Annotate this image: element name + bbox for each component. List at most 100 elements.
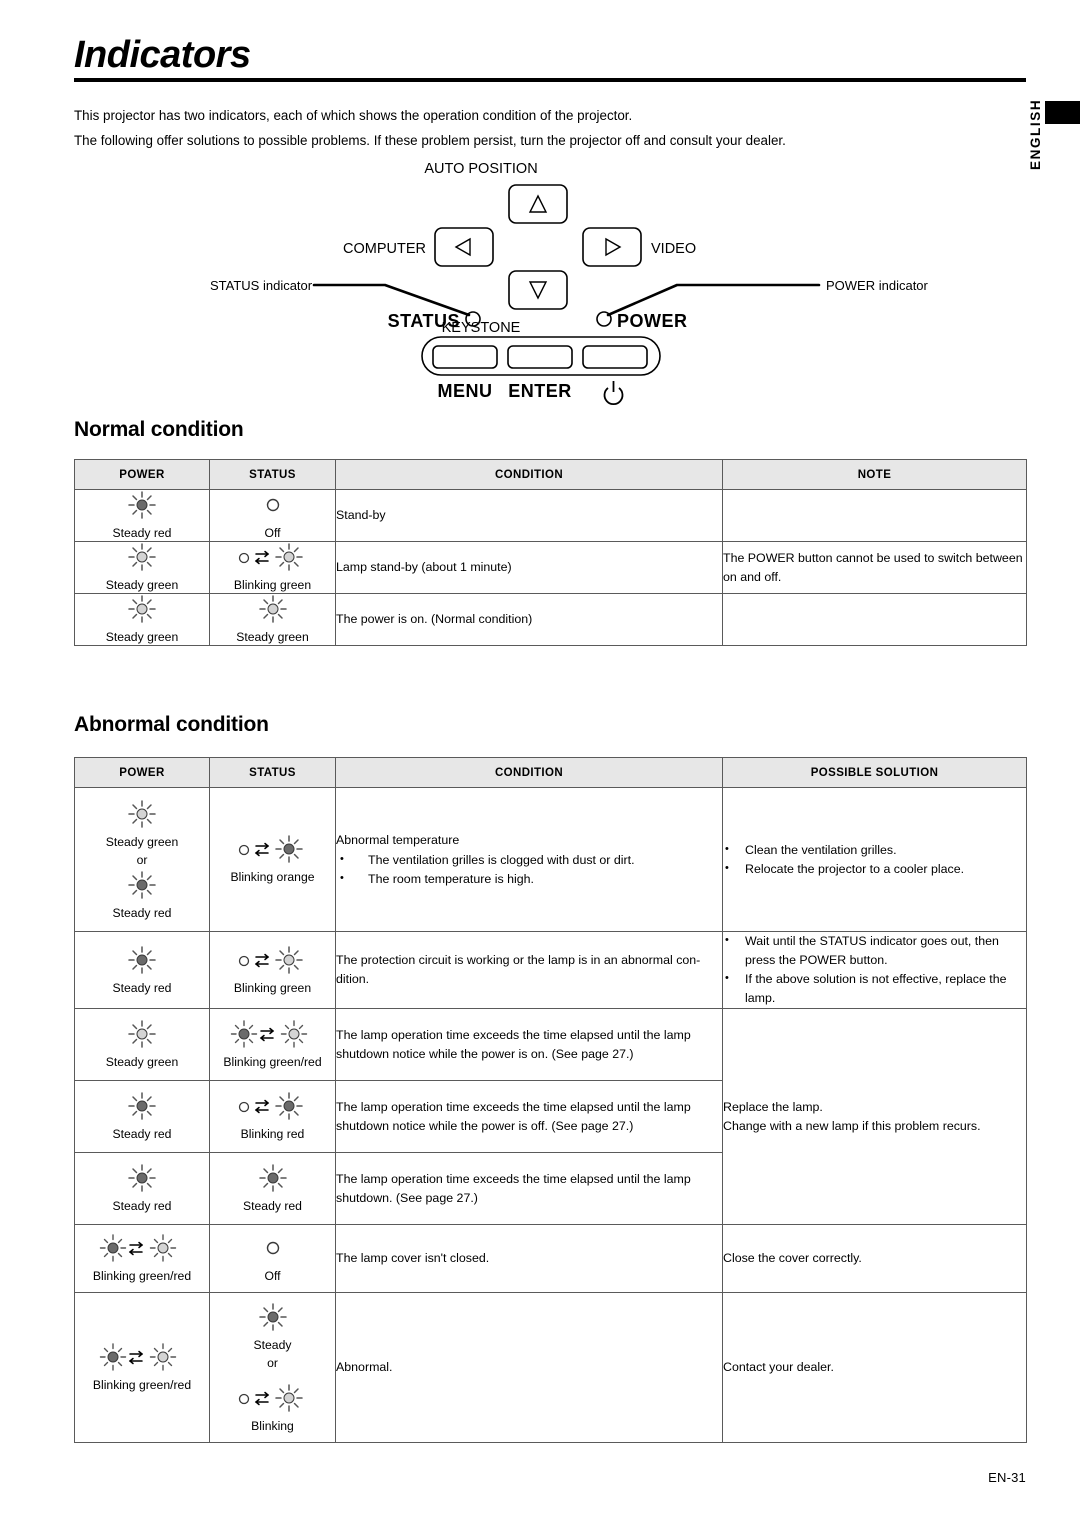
table-header-row: POWER STATUS CONDITION NOTE (74, 459, 1027, 490)
condition-cell: The power is on. (Normal condition) (335, 593, 723, 646)
col-header-note: NOTE (722, 459, 1027, 490)
condition-cell: The lamp operation time exceeds the time… (335, 1152, 723, 1225)
down-button-shape (508, 270, 568, 310)
power-indicator-cell: Steady red (74, 1080, 210, 1153)
abnormal-condition-table: POWER STATUS CONDITION POSSIBLE SOLUTION (74, 757, 1027, 1443)
power-indicator-caption: Blinking green/red (92, 1269, 192, 1283)
solution-cell: Clean the ventilation grilles. Relocate … (722, 787, 1027, 932)
power-indicator-cell: Blinking green/red (74, 1224, 210, 1293)
video-label: VIDEO (651, 241, 696, 257)
power-indicator-caption: Blinking green/red (92, 1378, 192, 1392)
power-label: POWER (617, 311, 688, 331)
table-row: Steady green (74, 541, 1027, 594)
status-indicator-cell: Blinking green (209, 931, 336, 1009)
down-arrow-glyph (528, 281, 548, 300)
language-tab-label: ENGLISH (1028, 98, 1043, 170)
note-cell (722, 489, 1027, 542)
solution-bullet-list: Clean the ventilation grilles. Relocate … (723, 840, 1026, 879)
page-title: Indicators (74, 34, 251, 76)
power-indicator-caption: Steady red (112, 526, 172, 540)
lamp-off-icon (256, 1233, 290, 1263)
condition-cell: The lamp cover isn't closed. (335, 1224, 723, 1293)
power-indicator-cell: Steady green (74, 541, 210, 594)
heading-normal-condition: Normal condition (74, 418, 244, 441)
condition-cell: Lamp stand-by (about 1 minute) (335, 541, 723, 594)
lamp-lit-light-icon (125, 799, 159, 829)
condition-cell: Abnormal temperature The ventilation gri… (335, 787, 723, 932)
status-indicator-cell: Blinking green/red (209, 1008, 336, 1081)
menu-label: MENU (438, 381, 493, 401)
status-indicator-cell: Blinking red (209, 1080, 336, 1153)
auto-position-label: AUTO POSITION (424, 161, 537, 177)
solution-bullet: Relocate the projector to a cooler place… (723, 859, 1026, 879)
enter-label: ENTER (508, 381, 572, 401)
col-header-power: POWER (74, 459, 210, 490)
lamp-lit-light-icon (256, 594, 290, 624)
power-indicator-caption: Steady green (105, 578, 179, 592)
lamp-lit-light-icon (125, 542, 159, 572)
computer-label: COMPUTER (343, 241, 426, 257)
condition-cell: The lamp operation time exceeds the time… (335, 1008, 723, 1081)
power-indicator-caption-b: Steady red (112, 905, 172, 920)
status-indicator-cell: Off (209, 1224, 336, 1293)
table-row: Steady green (74, 593, 1027, 646)
normal-condition-table: POWER STATUS CONDITION NOTE Steady red O… (74, 459, 1027, 646)
right-button-shape (582, 227, 642, 267)
power-indicator-caption: Steady green (105, 630, 179, 644)
status-indicator-caption-a: Steady (253, 1337, 292, 1352)
table-row: Steady red Off Stand-by (74, 489, 1027, 542)
power-indicator-cell: Steady green (74, 593, 210, 646)
status-indicator-caption: Blinking green (233, 578, 312, 592)
up-button-shape (508, 184, 568, 224)
solution-bullet: Clean the ventilation grilles. (723, 840, 1026, 860)
lamp-blinking-dark-icon (236, 1091, 310, 1121)
lamp-blinking-green-red-icon (229, 1019, 317, 1049)
solution-cell-merged: Replace the lamp. Change with a new lamp… (722, 1008, 1027, 1225)
power-indicator-caption: Steady red (112, 1199, 172, 1213)
status-indicator-caption-b: Blinking (251, 1418, 294, 1433)
status-indicator-or: or (267, 1355, 278, 1370)
condition-cell: The lamp operation time exceeds the time… (335, 1080, 723, 1153)
power-indicator-cell: Steady green or Steady red (74, 787, 210, 932)
col-header-status: STATUS (209, 459, 336, 490)
solution-cell: Wait until the STATUS indicator goes out… (722, 931, 1027, 1009)
lamp-lit-dark-icon (125, 1091, 159, 1121)
lamp-blinking-dark-icon (236, 834, 310, 864)
col-header-condition: CONDITION (335, 757, 723, 788)
language-tab-marker (1045, 101, 1080, 124)
solution-bullet: Wait until the STATUS indicator goes out… (723, 931, 1026, 970)
condition-cell: Stand-by (335, 489, 723, 542)
table-row: Steady green or Steady red Blinking oran… (74, 787, 1027, 932)
left-arrow-glyph (454, 237, 471, 257)
left-button-shape (434, 227, 494, 267)
bottom-button-tray (421, 336, 661, 376)
lamp-lit-dark-icon (125, 1163, 159, 1193)
lamp-blinking-light-icon (236, 945, 310, 975)
power-indicator-cell: Steady red (74, 1152, 210, 1225)
condition-bullet: The ventilation grilles is clogged with … (336, 850, 722, 870)
title-divider (74, 78, 1026, 82)
lamp-lit-dark-icon (256, 1302, 290, 1332)
status-indicator-caption: Blinking green/red (223, 1055, 322, 1069)
solution-cell: Close the cover correctly. (722, 1224, 1027, 1293)
power-indicator-cell: Steady red (74, 931, 210, 1009)
keystone-label: KEYSTONE (442, 320, 521, 336)
table-header-row: POWER STATUS CONDITION POSSIBLE SOLUTION (74, 757, 1027, 788)
condition-cell: Abnormal. (335, 1292, 723, 1443)
condition-bullet: The room temperature is high. (336, 869, 722, 889)
status-indicator-cell: Blinking orange (209, 787, 336, 932)
status-indicator-caption: Off (264, 526, 281, 540)
status-indicator-cell: Steady red (209, 1152, 336, 1225)
lamp-off-icon (256, 490, 290, 520)
status-indicator-caption: Steady red (243, 1199, 302, 1213)
status-indicator-caption: Blinking green (233, 980, 312, 995)
lamp-lit-dark-icon (256, 1163, 290, 1193)
status-indicator-cell: Steady or Blinking (209, 1292, 336, 1443)
lamp-blinking-green-red-icon (98, 1233, 186, 1263)
power-indicator-caption-a: Steady green (105, 834, 179, 849)
manual-page: ENGLISH Indicators This projector has tw… (0, 0, 1080, 1526)
footer-page-number: EN-31 (988, 1470, 1026, 1485)
condition-lead: Abnormal temperature (336, 832, 460, 847)
solution-line-1: Replace the lamp. (723, 1099, 823, 1114)
col-header-power: POWER (74, 757, 210, 788)
